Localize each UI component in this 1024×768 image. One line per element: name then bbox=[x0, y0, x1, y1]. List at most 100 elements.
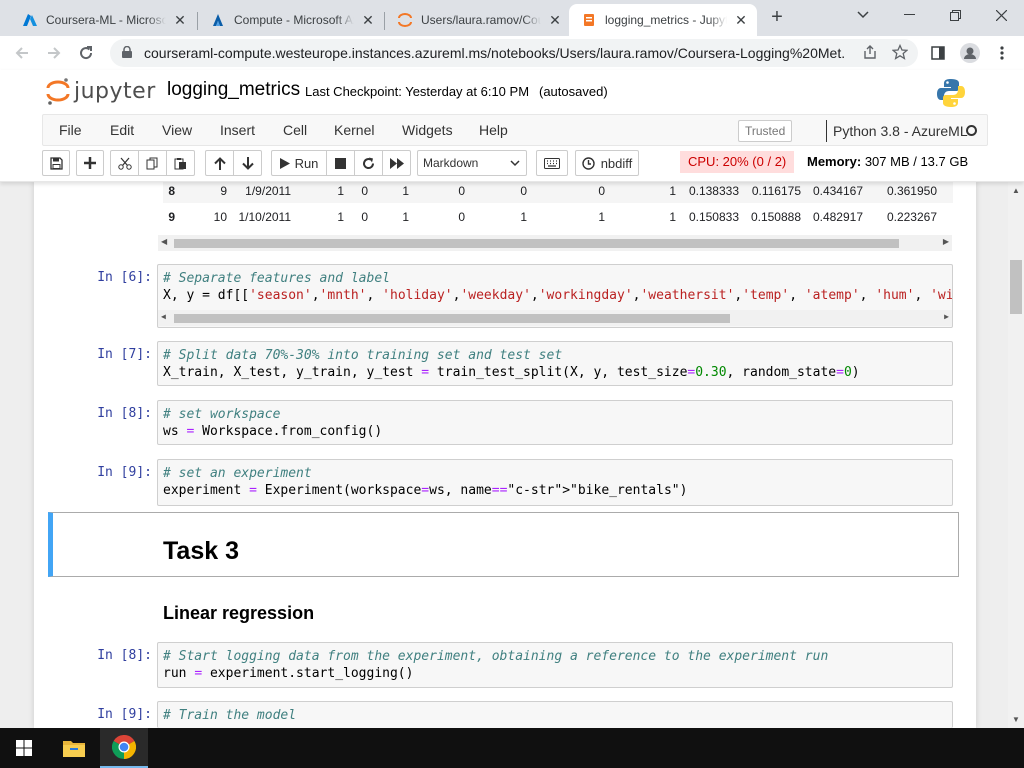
windows-taskbar bbox=[0, 728, 1024, 768]
arrow-down-icon bbox=[241, 156, 254, 170]
minimize-button[interactable] bbox=[886, 0, 932, 30]
back-arrow-icon[interactable] bbox=[8, 39, 36, 67]
forward-arrow-icon[interactable] bbox=[40, 39, 68, 67]
cut-button[interactable] bbox=[110, 150, 139, 176]
browser-menu-icon[interactable] bbox=[988, 39, 1016, 67]
menu-help[interactable]: Help bbox=[479, 122, 508, 138]
paste-button[interactable] bbox=[166, 150, 195, 176]
restart-button[interactable] bbox=[354, 150, 383, 176]
command-palette-button[interactable] bbox=[536, 150, 568, 176]
move-up-button[interactable] bbox=[205, 150, 234, 176]
file-explorer-icon[interactable] bbox=[50, 728, 98, 768]
close-window-button[interactable] bbox=[978, 0, 1024, 30]
bookmark-star-icon[interactable] bbox=[891, 43, 909, 64]
run-button[interactable]: Run bbox=[271, 150, 327, 176]
azure-ml-icon bbox=[210, 12, 226, 28]
copy-button[interactable] bbox=[138, 150, 167, 176]
windows-start-icon[interactable] bbox=[0, 728, 48, 768]
close-icon[interactable]: ✕ bbox=[360, 12, 376, 28]
table-cell: 0.150833 bbox=[688, 210, 739, 224]
menu-insert[interactable]: Insert bbox=[220, 122, 255, 138]
code-cell-set-workspace[interactable]: # set workspace ws = Workspace.from_conf… bbox=[157, 400, 953, 445]
code-horizontal-scrollbar[interactable]: ◀ ▶ bbox=[158, 310, 952, 326]
restore-button[interactable] bbox=[932, 0, 978, 30]
table-cell: 0 bbox=[598, 184, 605, 198]
browser-tab-compute[interactable]: Compute - Microsoft Azure Machine Learni… bbox=[198, 4, 384, 36]
menu-bar: File Edit View Insert Cell Kernel Widget… bbox=[42, 114, 988, 146]
table-cell: 1 bbox=[402, 184, 409, 198]
code-cell-start-logging[interactable]: # Start logging data from the experiment… bbox=[157, 642, 953, 688]
url-text: courseraml-compute.westeurope.instances.… bbox=[144, 45, 844, 61]
code-comment: # set workspace bbox=[163, 407, 281, 422]
scrollbar-thumb[interactable] bbox=[1010, 260, 1022, 314]
notebook-name[interactable]: logging_metrics bbox=[167, 79, 300, 101]
table-cell: 1 bbox=[598, 210, 605, 224]
code-cell-train-model[interactable]: # Train the model bbox=[157, 701, 953, 728]
browser-tab-logging-metrics[interactable]: logging_metrics - Jupyter Notebook ✕ bbox=[569, 4, 757, 36]
table-cell: 10 bbox=[213, 210, 227, 224]
cell-prompt: In [9]: bbox=[97, 707, 152, 722]
page-vertical-scrollbar[interactable]: ▲ ▼ bbox=[1008, 182, 1024, 728]
tab-search-icon[interactable] bbox=[840, 0, 886, 30]
scroll-left-icon[interactable]: ◀ bbox=[161, 312, 166, 321]
profile-avatar-icon[interactable] bbox=[956, 39, 984, 67]
table-cell: 0.150888 bbox=[750, 210, 801, 224]
cell-type-select[interactable]: Markdown bbox=[417, 150, 527, 176]
close-icon[interactable]: ✕ bbox=[733, 12, 749, 28]
restart-run-all-button[interactable] bbox=[382, 150, 411, 176]
interrupt-button[interactable] bbox=[326, 150, 355, 176]
markdown-heading-task: Task 3 bbox=[163, 537, 239, 565]
table-cell: 0.482917 bbox=[812, 210, 863, 224]
scrollbar-thumb[interactable] bbox=[174, 314, 730, 323]
scrollbar-thumb[interactable] bbox=[174, 239, 899, 248]
scroll-right-icon[interactable]: ▶ bbox=[944, 312, 949, 321]
notebook-toolbar: Run Markdown nbdiff CPU: 20% (0 / 2) Mem… bbox=[42, 150, 982, 176]
nbdiff-button[interactable]: nbdiff bbox=[575, 150, 639, 176]
jupyter-logo[interactable]: jupyter bbox=[46, 76, 156, 106]
table-cell: 0 bbox=[361, 210, 368, 224]
table-index-cell: 8 bbox=[168, 184, 175, 198]
save-button[interactable] bbox=[42, 150, 70, 176]
menu-edit[interactable]: Edit bbox=[110, 122, 134, 138]
address-bar[interactable]: courseraml-compute.westeurope.instances.… bbox=[110, 39, 918, 67]
side-panel-icon[interactable] bbox=[924, 39, 952, 67]
output-horizontal-scrollbar[interactable]: ◀ ▶ bbox=[158, 235, 952, 251]
menu-file[interactable]: File bbox=[59, 122, 82, 138]
close-icon[interactable]: ✕ bbox=[547, 12, 563, 28]
new-tab-button[interactable]: + bbox=[764, 6, 790, 30]
checkpoint-status: Last Checkpoint: Yesterday at 6:10 PM bbox=[305, 84, 530, 99]
menu-cell[interactable]: Cell bbox=[283, 122, 307, 138]
menu-kernel[interactable]: Kernel bbox=[334, 122, 374, 138]
scroll-up-icon[interactable]: ▲ bbox=[1012, 186, 1020, 195]
fast-forward-icon bbox=[389, 157, 404, 169]
close-icon[interactable]: ✕ bbox=[172, 12, 188, 28]
insert-cell-button[interactable] bbox=[76, 150, 104, 176]
memory-label: Memory: bbox=[807, 154, 862, 169]
browser-tab-azure[interactable]: Coursera-ML - Microsoft Azure ✕ bbox=[10, 4, 196, 36]
reload-icon[interactable] bbox=[72, 39, 100, 67]
cell-type-value: Markdown bbox=[423, 156, 479, 170]
chrome-taskbar-icon[interactable] bbox=[100, 728, 148, 768]
save-icon bbox=[49, 156, 63, 170]
scissors-icon bbox=[117, 157, 132, 170]
scroll-left-icon[interactable]: ◀ bbox=[161, 237, 167, 246]
trusted-badge[interactable]: Trusted bbox=[738, 120, 793, 142]
table-cell: 0.361950 bbox=[886, 184, 937, 198]
code-line: run = experiment.start_logging() bbox=[163, 666, 414, 681]
table-cell: 0 bbox=[361, 184, 368, 198]
table-cell: 1 bbox=[520, 210, 527, 224]
cell-prompt: In [8]: bbox=[97, 406, 152, 421]
move-down-button[interactable] bbox=[233, 150, 262, 176]
code-cell-separate-features[interactable]: # Separate features and label X, y = df[… bbox=[157, 264, 953, 328]
code-cell-set-experiment[interactable]: # set an experiment experiment = Experim… bbox=[157, 459, 953, 506]
paste-icon bbox=[174, 157, 186, 169]
browser-tab-jupyterlab[interactable]: Users/laura.ramov/Coursera ✕ bbox=[385, 4, 571, 36]
kernel-name[interactable]: Python 3.8 - AzureML bbox=[826, 120, 968, 142]
share-icon[interactable] bbox=[862, 44, 878, 64]
scroll-down-icon[interactable]: ▼ bbox=[1012, 715, 1020, 724]
scroll-right-icon[interactable]: ▶ bbox=[943, 237, 949, 246]
table-cell: 1/10/2011 bbox=[238, 210, 292, 224]
menu-view[interactable]: View bbox=[162, 122, 192, 138]
code-cell-train-test-split[interactable]: # Split data 70%-30% into training set a… bbox=[157, 341, 953, 386]
menu-widgets[interactable]: Widgets bbox=[402, 122, 453, 138]
